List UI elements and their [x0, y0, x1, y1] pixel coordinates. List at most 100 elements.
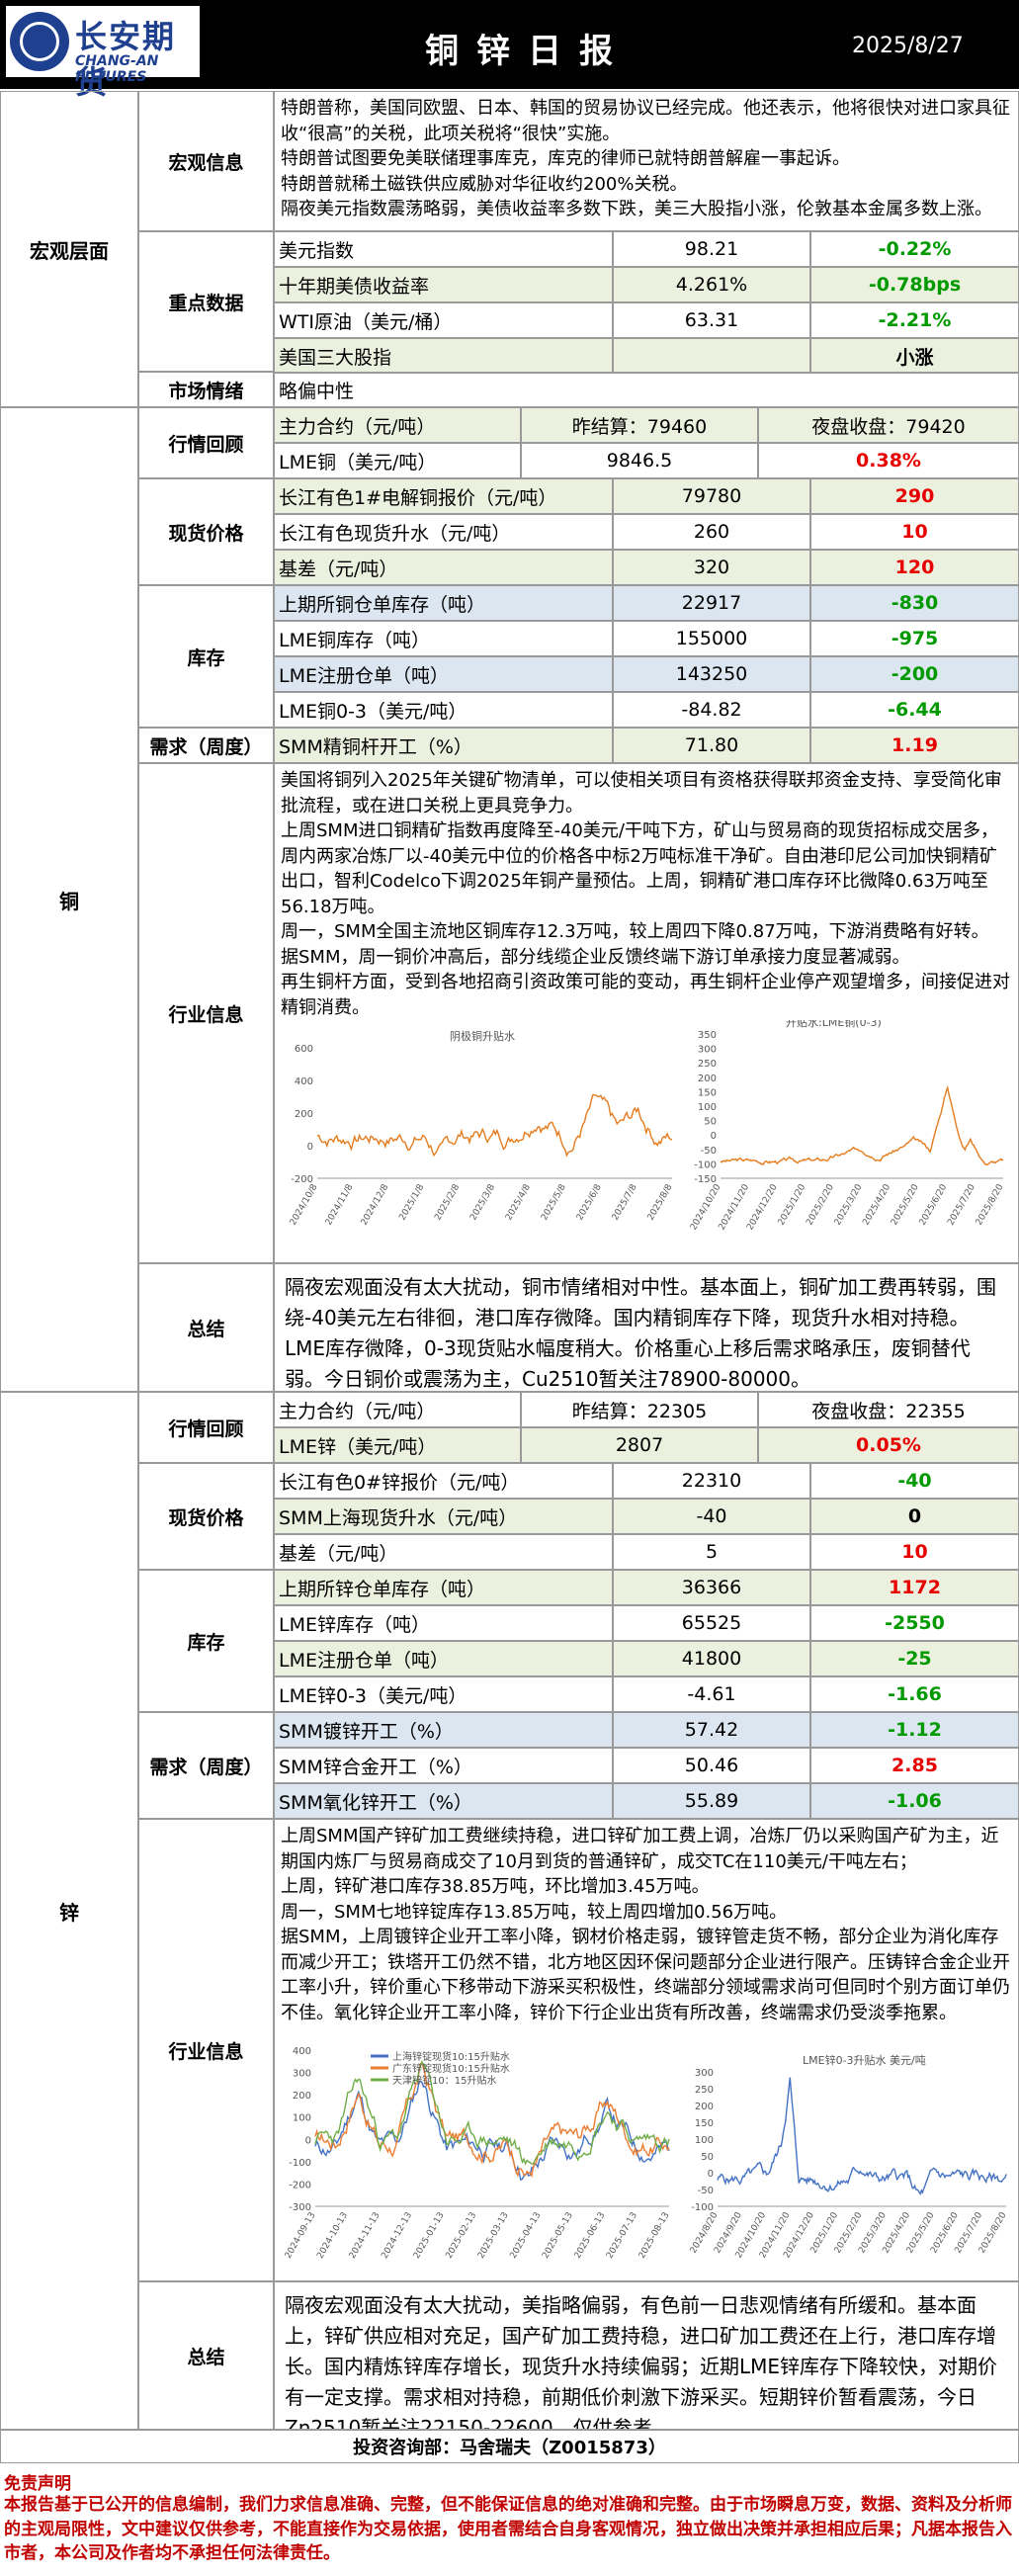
zn-spot-row-value: -40 — [613, 1499, 810, 1534]
y-tick-label: -100 — [694, 1159, 717, 1170]
zn-spot-label: 现货价格 — [138, 1463, 274, 1570]
zn-stock-row-change: -25 — [810, 1641, 1019, 1676]
zn-spot-row-change: 0 — [810, 1499, 1019, 1534]
y-tick-label: 300 — [695, 2068, 714, 2079]
macro-data-label: 重点数据 — [138, 231, 274, 372]
zn-lme-change: 0.05% — [758, 1427, 1019, 1463]
cu-demand-row-change: 1.19 — [810, 728, 1019, 763]
cu-summary-label: 总结 — [138, 1263, 274, 1392]
y-tick-label: -50 — [701, 1146, 717, 1157]
zn-spot-row-value: 5 — [613, 1534, 810, 1570]
header-bar: 长安期货 CHANG-AN FUTURES 铜锌日报 2025/8/27 — [0, 0, 1019, 101]
macro-row-change: -0.78bps — [810, 267, 1019, 302]
y-tick-label: 50 — [701, 2152, 714, 2163]
cu-spot-row-name: 长江有色1#电解铜报价（元/吨） — [274, 478, 613, 514]
zn-demand-row-name: SMM锌合金开工（%） — [274, 1748, 613, 1783]
report-title: 铜锌日报 — [425, 32, 631, 71]
zn-stock-row-name: LME锌库存（吨） — [274, 1605, 613, 1641]
y-tick-label: -50 — [698, 2186, 714, 2196]
zn-stock-row-name: 上期所锌仓单库存（吨） — [274, 1570, 613, 1605]
disclaimer-text: 本报告基于已公开的信息编制，我们力求信息准确、完整，但不能保证信息的绝对准确和完… — [4, 2495, 1012, 2564]
zn-demand-label: 需求（周度） — [138, 1712, 274, 1819]
cu-demand-row-name: SMM精铜杆开工（%） — [274, 728, 613, 763]
chart-title: LME锌0-3升贴水 美元/吨 — [803, 2053, 926, 2067]
chart-title: 阴极铜升贴水 — [450, 1029, 515, 1043]
zn-spot-row-change: -40 — [810, 1463, 1019, 1499]
zn-spot-row-name: 基差（元/吨） — [274, 1534, 613, 1570]
cu-market-label: 行情回顾 — [138, 407, 274, 478]
cu-premium-chart: 6004002000-2002024/10/8 2024/11/8 2024/12/… — [282, 1020, 679, 1257]
y-tick-label: 200 — [295, 1109, 313, 1120]
macro-row-value — [613, 338, 810, 374]
zn-spot-row-change: 10 — [810, 1534, 1019, 1570]
y-tick-label: 300 — [698, 1045, 717, 1056]
cu-spot-row-value: 320 — [613, 550, 810, 585]
zn-summary-text: 隔夜宏观面没有太大扰动，美指略偏弱，有色前一日悲观情绪有所缓和。基本面上，锌矿供… — [274, 2281, 1019, 2430]
cu-stock-label: 库存 — [138, 585, 274, 728]
zn-demand-row-change: -1.12 — [810, 1712, 1019, 1748]
macro-row-value: 4.261% — [613, 267, 810, 302]
macro-row-change: -0.22% — [810, 231, 1019, 267]
cu-spot-row-name: 基差（元/吨） — [274, 550, 613, 585]
cu-spot-label: 现货价格 — [138, 478, 274, 585]
report-date: 2025/8/27 — [852, 34, 964, 58]
zn-stock-row-name: LME注册仓单（吨） — [274, 1641, 613, 1676]
zn-spot-row-name: SMM上海现货升水（元/吨） — [274, 1499, 613, 1534]
zn-spot-row-name: 长江有色0#锌报价（元/吨） — [274, 1463, 613, 1499]
consult-line: 投资咨询部：马舍瑞夫（Z0015873） — [0, 2430, 1019, 2463]
zn-demand-row-value: 55.89 — [613, 1783, 810, 1819]
y-tick-label: 0 — [305, 2135, 311, 2146]
section-macro: 宏观层面 — [0, 91, 138, 407]
cu-summary-text: 隔夜宏观面没有太大扰动，铜市情绪相对中性。基本面上，铜矿加工费再转弱，围绕-40… — [274, 1263, 1019, 1392]
macro-row-name: 美国三大股指 — [274, 338, 613, 374]
chart-bg — [687, 1020, 1013, 1257]
zn-demand-row-name: SMM镀锌开工（%） — [274, 1712, 613, 1748]
y-tick-label: -100 — [289, 2158, 311, 2169]
macro-row-name: 美元指数 — [274, 231, 613, 267]
y-tick-label: 0 — [307, 1142, 313, 1153]
cu-main-night: 夜盘收盘：79420 — [758, 407, 1019, 443]
legend-label: 广东锌锭现货10:15升贴水 — [392, 2062, 510, 2075]
cu-stock-row-name: LME铜0-3（美元/吨） — [274, 692, 613, 728]
cu-stock-row-value: 143250 — [613, 656, 810, 692]
y-tick-label: 0 — [711, 1131, 717, 1142]
y-tick-label: 600 — [295, 1044, 313, 1055]
zn-stock-row-change: -1.66 — [810, 1676, 1019, 1712]
y-tick-label: 200 — [698, 1073, 717, 1084]
zn-industry-label: 行业信息 — [138, 1819, 274, 2281]
cu-stock-row-name: LME铜库存（吨） — [274, 621, 613, 656]
zn-market-label: 行情回顾 — [138, 1392, 274, 1463]
cu-stock-row-change: -830 — [810, 585, 1019, 621]
zn-lme-value: 2807 — [521, 1427, 758, 1463]
y-tick-label: 150 — [695, 2118, 714, 2129]
y-tick-label: 50 — [704, 1117, 717, 1128]
cu-spot-row-name: 长江有色现货升水（元/吨） — [274, 514, 613, 550]
zn-stock-row-value: -4.61 — [613, 1676, 810, 1712]
zn-spot-row-value: 22310 — [613, 1463, 810, 1499]
cu-demand-label: 需求（周度） — [138, 728, 274, 763]
y-tick-label: 100 — [698, 1102, 717, 1113]
y-tick-label: 350 — [698, 1030, 717, 1041]
zn-stock-row-value: 65525 — [613, 1605, 810, 1641]
cu-spot-row-change: 290 — [810, 478, 1019, 514]
cu-spot-row-value: 79780 — [613, 478, 810, 514]
zn-premium-chart: 4003002001000-100-200-3002024-09-132024-… — [282, 2036, 677, 2277]
cu-spot-row-value: 260 — [613, 514, 810, 550]
y-tick-label: -200 — [289, 2180, 311, 2190]
cu-main-name: 主力合约（元/吨） — [274, 407, 521, 443]
y-tick-label: 200 — [695, 2102, 714, 2112]
footer: 投资咨询部：马舍瑞夫（Z0015873） 免责声明 本报告基于已公开的信息编制，… — [0, 2430, 1019, 2576]
cu-lme-spread-chart: 350300250200150100500-50-100-1502024/10/… — [687, 1020, 1013, 1257]
cu-lme-name: LME铜（美元/吨） — [274, 443, 521, 478]
section-copper: 铜 — [0, 407, 138, 1392]
cu-industry-label: 行业信息 — [138, 763, 274, 1263]
zn-lme-spread-chart: 300250200150100500-50-1002024/8/202024/9… — [684, 2036, 1014, 2277]
macro-row-name: WTI原油（美元/桶） — [274, 302, 613, 338]
report-page: 长安期货 CHANG-AN FUTURES 铜锌日报 2025/8/27 宏观层… — [0, 0, 1019, 2576]
cu-stock-row-name: 上期所铜仓单库存（吨） — [274, 585, 613, 621]
macro-row-value: 63.31 — [613, 302, 810, 338]
legend-label: 上海锌锭现货10:15升贴水 — [392, 2050, 510, 2063]
cu-spot-row-change: 10 — [810, 514, 1019, 550]
y-tick-label: 200 — [293, 2091, 311, 2102]
zn-main-night: 夜盘收盘：22355 — [758, 1392, 1019, 1427]
